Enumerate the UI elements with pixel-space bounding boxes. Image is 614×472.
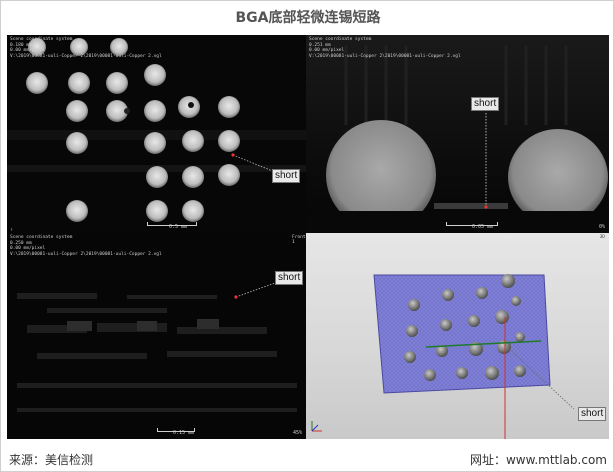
top-view-info: Scene coordinate system 0.180 mm 0.00 mm… (10, 37, 162, 59)
front-view-image (7, 233, 306, 439)
top-view-scale-text: 0.5 mm (169, 224, 188, 230)
front-view-corner-label: Front 1 (292, 235, 306, 245)
figure-frame: BGA底部轻微连锡短路 ↑ Scene coordinate system 0.… (0, 0, 614, 472)
3d-view-corner-label: 3D (599, 235, 605, 240)
figure-title: BGA底部轻微连锡短路 (235, 10, 381, 26)
front-view-scale-text: 0.15 mm (173, 430, 195, 436)
side-view-image (306, 35, 609, 233)
panel-side-view[interactable]: Scene coordinate system 0.251 mm 0.00 mm… (306, 35, 609, 233)
panel-top-view[interactable]: ↑ Scene coordinate system 0.180 mm 0.00 … (7, 35, 306, 233)
top-view-image: ↑ (7, 35, 306, 233)
panel-front-view[interactable]: Scene coordinate system 0.250 mm 0.00 mm… (7, 233, 306, 439)
short-label-top-view: short (272, 169, 301, 183)
source-credit: 来源：美信检测 (9, 453, 94, 467)
front-view-info: Scene coordinate system 0.250 mm 0.00 mm… (10, 235, 162, 257)
front-view-zoom: 45% (292, 430, 302, 436)
ct-viewer-grid: ↑ Scene coordinate system 0.180 mm 0.00 … (7, 35, 609, 439)
side-view-zoom: 0% (598, 224, 605, 230)
figure-footer: 来源：美信检测 网址：www.mttlab.com (1, 447, 614, 471)
panel-3d-view[interactable]: 3D short (306, 233, 609, 439)
short-label-front-view: short (275, 271, 304, 285)
side-view-info: Scene coordinate system 0.251 mm 0.00 mm… (309, 37, 461, 59)
3d-view-image (311, 274, 575, 439)
side-view-scale-text: 0.05 mm (472, 224, 494, 230)
short-label-side-view: short (471, 97, 500, 111)
website-link[interactable]: 网址：www.mttlab.com (470, 451, 607, 468)
short-label-3d-view: short (578, 407, 607, 421)
